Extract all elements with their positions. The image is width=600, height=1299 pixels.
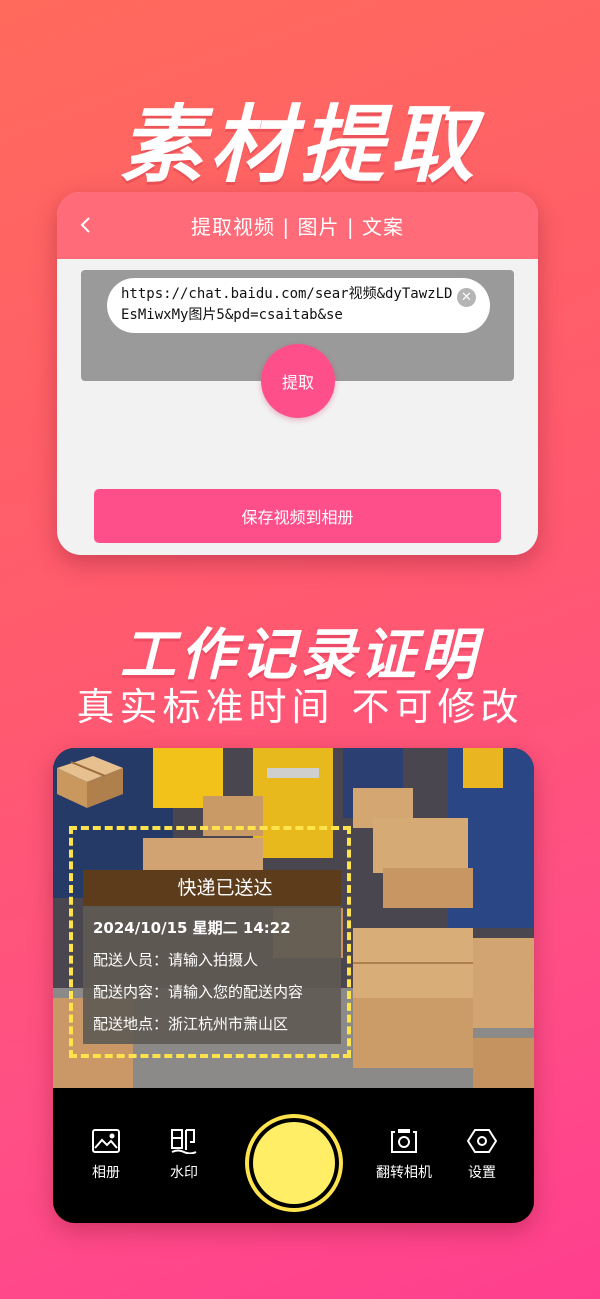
parcel-box-icon: [57, 756, 123, 808]
watermark-label: 水印: [170, 1165, 198, 1181]
extractor-title: 提取视频 | 图片 | 文案: [191, 215, 404, 239]
camera-preview: 快递已送达 2024/10/15 星期二 14:22 配送人员：请输入拍摄人 配…: [53, 748, 534, 1088]
album-button[interactable]: 相册: [71, 1128, 141, 1182]
subtitle-real-time: 真实标准时间 不可修改: [76, 685, 524, 729]
headline-material-extraction: 素材提取: [119, 96, 480, 194]
settings-button[interactable]: 设置: [447, 1128, 517, 1182]
watermark-content: 配送内容：请输入您的配送内容: [93, 983, 304, 1001]
watermark-location: 配送地点：浙江杭州市萧山区: [93, 1015, 289, 1033]
extractor-header: 提取视频 | 图片 | 文案: [57, 192, 538, 259]
shutter-button[interactable]: [245, 1114, 343, 1212]
clear-icon[interactable]: ✕: [457, 288, 476, 307]
shutter-inner: [253, 1122, 335, 1204]
extract-button[interactable]: 提取: [261, 344, 335, 418]
watermark-courier: 配送人员：请输入拍摄人: [93, 951, 259, 969]
save-video-button[interactable]: 保存视频到相册: [94, 489, 501, 543]
flip-camera-icon: [391, 1129, 417, 1153]
watermark-details: 2024/10/15 星期二 14:22 配送人员：请输入拍摄人 配送内容：请输…: [83, 906, 341, 1044]
watermark-button[interactable]: 水印: [149, 1128, 219, 1182]
camera-card: 快递已送达 2024/10/15 星期二 14:22 配送人员：请输入拍摄人 配…: [53, 748, 534, 1223]
back-icon[interactable]: [77, 216, 95, 234]
watermark-datetime: 2024/10/15 星期二 14:22: [93, 919, 291, 937]
extractor-card: 提取视频 | 图片 | 文案 https://chat.baidu.com/se…: [57, 192, 538, 555]
url-input[interactable]: https://chat.baidu.com/sear视频&dyTawzLDEs…: [107, 278, 490, 333]
settings-icon: [467, 1129, 497, 1153]
camera-toolbar: 相册 水印 翻转相机 设置: [53, 1088, 534, 1223]
flip-camera-button[interactable]: 翻转相机: [367, 1128, 441, 1182]
flip-camera-label: 翻转相机: [376, 1165, 432, 1181]
settings-label: 设置: [468, 1165, 496, 1181]
stamp-icon: [171, 1129, 197, 1154]
watermark-title: 快递已送达: [83, 870, 341, 906]
image-icon: [92, 1129, 120, 1153]
album-label: 相册: [92, 1165, 120, 1181]
